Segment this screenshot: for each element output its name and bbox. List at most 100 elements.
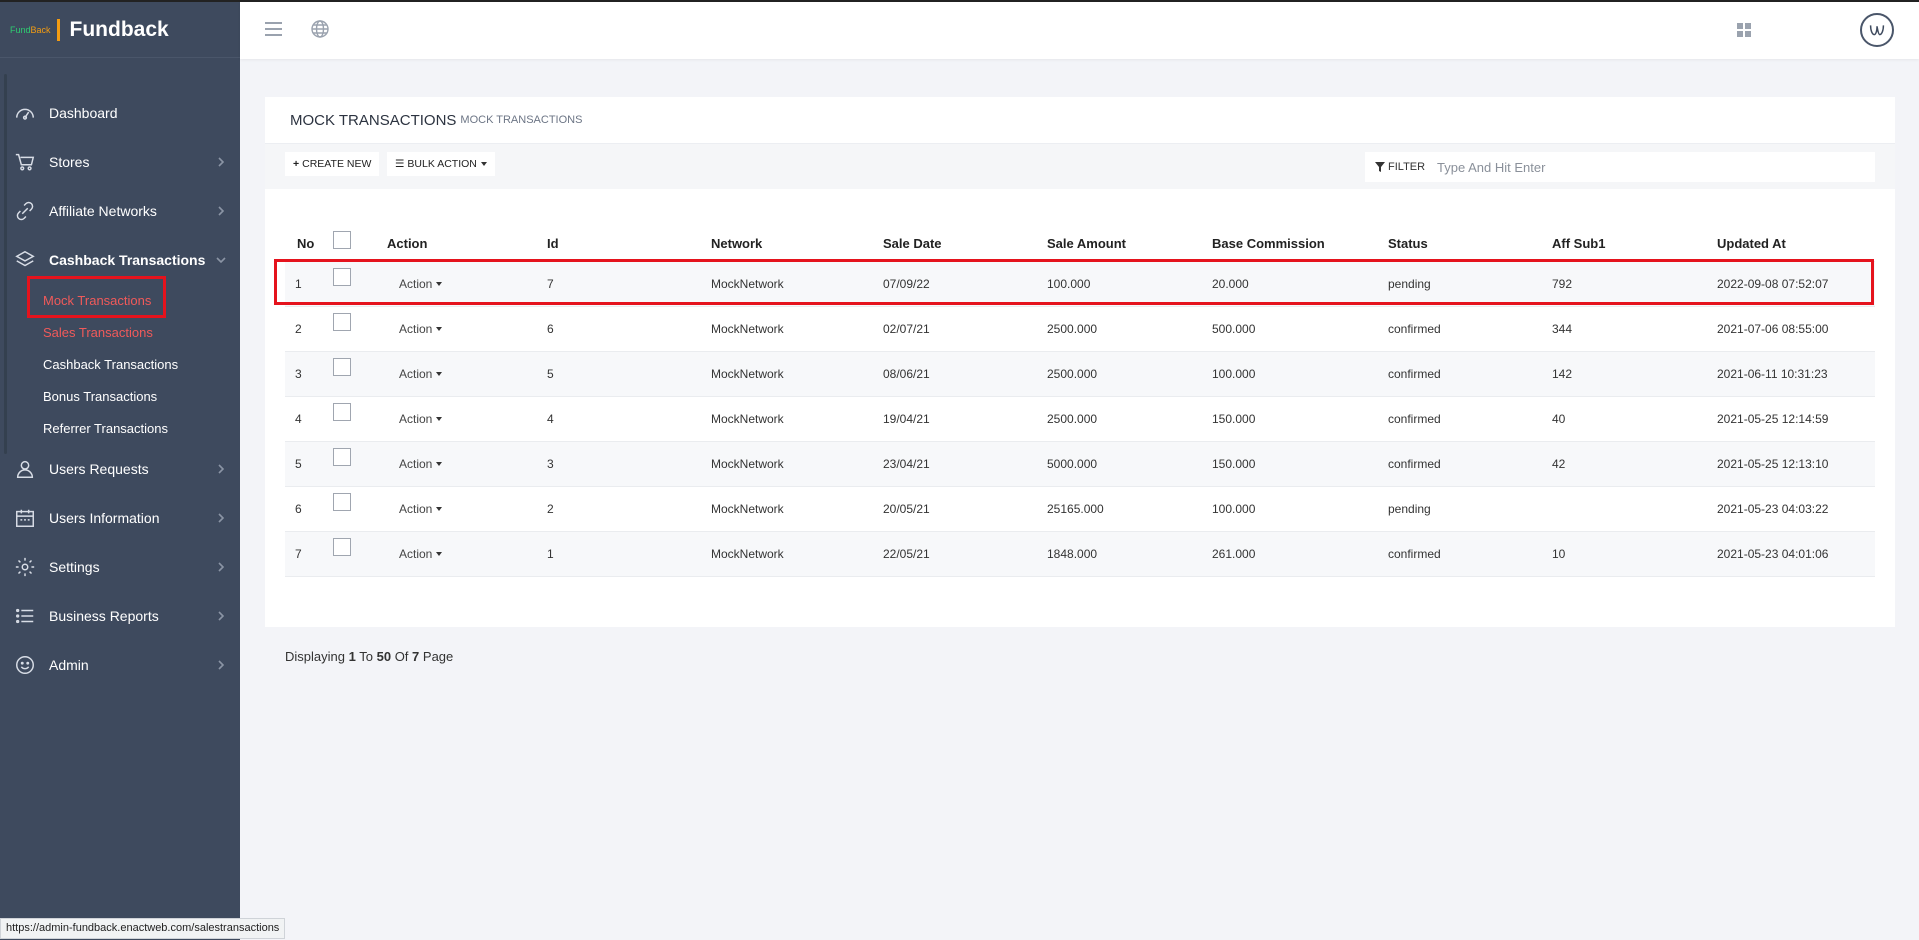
table-row[interactable]: 7 Action 1 MockNetwork 22/05/21 1848.000 261.0…	[285, 531, 1875, 577]
cell-updated-at: 2021-06-11 10:31:23	[1717, 351, 1875, 397]
sidebar-item-label: Dashboard	[49, 104, 118, 121]
cart-icon	[14, 151, 36, 173]
cell-aff-sub1: 40	[1552, 396, 1717, 442]
header-status[interactable]: Status	[1388, 214, 1552, 262]
caret-down-icon	[436, 326, 443, 331]
header-updated-at[interactable]: Updated At	[1717, 214, 1875, 262]
row-action-dropdown[interactable]: Action	[399, 322, 443, 336]
sidebar-item-business-reports[interactable]: Business Reports	[0, 591, 240, 640]
pager-suffix: Page	[422, 649, 454, 664]
cell-network: MockNetwork	[711, 261, 883, 307]
sidebar-item-admin[interactable]: Admin	[0, 640, 240, 689]
user-avatar[interactable]	[1860, 13, 1894, 47]
cell-no: 3	[285, 351, 333, 397]
row-checkbox[interactable]	[333, 492, 351, 511]
header-action[interactable]: Action	[387, 214, 547, 262]
chevron-right-icon	[214, 511, 228, 525]
sidebar-item-users-information[interactable]: Users Information	[0, 493, 240, 542]
cell-updated-at: 2021-07-06 08:55:00	[1717, 306, 1875, 352]
sidebar-item-dashboard[interactable]: Dashboard	[0, 88, 240, 137]
caret-down-icon	[436, 506, 443, 511]
table-row[interactable]: 3 Action 5 MockNetwork 08/06/21 2500.000 100.0…	[285, 351, 1875, 397]
pagination-info: Displaying 1 To 50 Of 7 Page	[285, 649, 453, 664]
cell-action: Action	[387, 306, 547, 352]
cell-base-commission: 150.000	[1212, 441, 1388, 487]
cell-aff-sub1: 142	[1552, 351, 1717, 397]
caret-down-icon	[436, 461, 443, 466]
submenu-item-sales-transactions[interactable]: Sales Transactions	[0, 316, 240, 348]
cell-status: confirmed	[1388, 441, 1552, 487]
cell-sale-amount: 2500.000	[1047, 396, 1212, 442]
create-new-button[interactable]: + CREATE NEW	[285, 152, 380, 176]
row-action-dropdown[interactable]: Action	[399, 456, 443, 471]
table-row[interactable]: 4 Action 4 MockNetwork 19/04/21 2500.000 150.0…	[285, 396, 1875, 442]
cell-sale-amount: 5000.000	[1047, 441, 1212, 487]
table-row[interactable]: 6 Action 2 MockNetwork 20/05/21 25165.000 100.…	[285, 486, 1875, 532]
cell-select	[333, 306, 387, 352]
action-label: Action	[399, 411, 433, 426]
table-row[interactable]: 5 Action 3 MockNetwork 23/04/21 5000.000 150.0…	[285, 441, 1875, 487]
header-no[interactable]: No	[285, 214, 333, 262]
apps-grid-icon[interactable]	[1737, 23, 1751, 37]
row-action-dropdown[interactable]: Action	[399, 367, 443, 381]
header-sale-date[interactable]: Sale Date	[883, 214, 1047, 262]
submenu-item-bonus-transactions[interactable]: Bonus Transactions	[0, 380, 240, 412]
header-network[interactable]: Network	[711, 214, 883, 262]
chevron-right-icon	[214, 204, 228, 218]
row-action-dropdown[interactable]: Action	[399, 411, 443, 426]
caret-down-icon	[436, 551, 443, 556]
sidebar-item-settings[interactable]: Settings	[0, 542, 240, 591]
sidebar-item-label: Stores	[49, 153, 90, 170]
cell-no: 6	[285, 486, 333, 532]
cell-network: MockNetwork	[711, 306, 883, 352]
speedometer-icon	[14, 102, 36, 124]
submenu-item-referrer-transactions[interactable]: Referrer Transactions	[0, 412, 240, 444]
row-action-dropdown[interactable]: Action	[399, 547, 443, 561]
sidebar-item-users-requests[interactable]: Users Requests	[0, 444, 240, 493]
select-all-checkbox[interactable]	[333, 230, 351, 249]
cell-sale-amount: 1848.000	[1047, 531, 1212, 577]
row-checkbox[interactable]	[333, 447, 351, 466]
action-label: Action	[399, 456, 433, 471]
list-icon: ☰	[395, 158, 405, 170]
cell-id: 1	[547, 531, 711, 577]
table-row[interactable]: 1 Action 7 MockNetwork 07/09/22 100.000 20.000…	[285, 261, 1875, 307]
header-id[interactable]: Id	[547, 214, 711, 262]
brand-divider	[56, 18, 60, 41]
brand[interactable]: Fund Back Fundback	[0, 2, 240, 58]
header-sale-amount[interactable]: Sale Amount	[1047, 214, 1212, 262]
cell-action: Action	[387, 396, 547, 442]
row-checkbox[interactable]	[333, 312, 351, 331]
cell-status: confirmed	[1388, 396, 1552, 442]
pager-total: 7	[412, 649, 420, 664]
brand-logo: Fund Back	[10, 25, 51, 35]
cell-action: Action	[387, 261, 547, 307]
cell-action: Action	[387, 531, 547, 577]
row-checkbox[interactable]	[333, 267, 351, 286]
row-action-dropdown[interactable]: Action	[399, 277, 443, 291]
cell-sale-date: 08/06/21	[883, 351, 1047, 397]
row-checkbox[interactable]	[333, 357, 351, 376]
cell-status: confirmed	[1388, 351, 1552, 397]
hamburger-menu-icon[interactable]	[265, 22, 282, 36]
row-checkbox[interactable]	[333, 537, 351, 556]
header-aff-sub1[interactable]: Aff Sub1	[1552, 214, 1717, 262]
globe-icon[interactable]	[311, 20, 329, 38]
header-base-commission[interactable]: Base Commission	[1212, 214, 1388, 262]
cell-network: MockNetwork	[711, 351, 883, 397]
cell-updated-at: 2022-09-08 07:52:07	[1717, 261, 1875, 307]
funnel-icon	[1375, 162, 1385, 172]
row-checkbox[interactable]	[333, 402, 351, 421]
cell-aff-sub1	[1552, 486, 1717, 532]
cell-updated-at: 2021-05-25 12:14:59	[1717, 396, 1875, 442]
filter-search-input[interactable]	[1425, 152, 1875, 182]
bulk-action-button[interactable]: ☰ BULK ACTION	[387, 152, 495, 176]
table-body: 1 Action 7 MockNetwork 07/09/22 100.000 20.000…	[285, 261, 1875, 577]
sidebar-item-affiliate-networks[interactable]: Affiliate Networks	[0, 186, 240, 235]
table-row[interactable]: 2 Action 6 MockNetwork 02/07/21 2500.000 500.0…	[285, 306, 1875, 352]
row-action-dropdown[interactable]: Action	[399, 502, 443, 516]
sidebar-item-stores[interactable]: Stores	[0, 137, 240, 186]
submenu-item-cashback-transactions[interactable]: Cashback Transactions	[0, 348, 240, 380]
pager-from: 1	[348, 649, 356, 664]
cell-select	[333, 441, 387, 487]
